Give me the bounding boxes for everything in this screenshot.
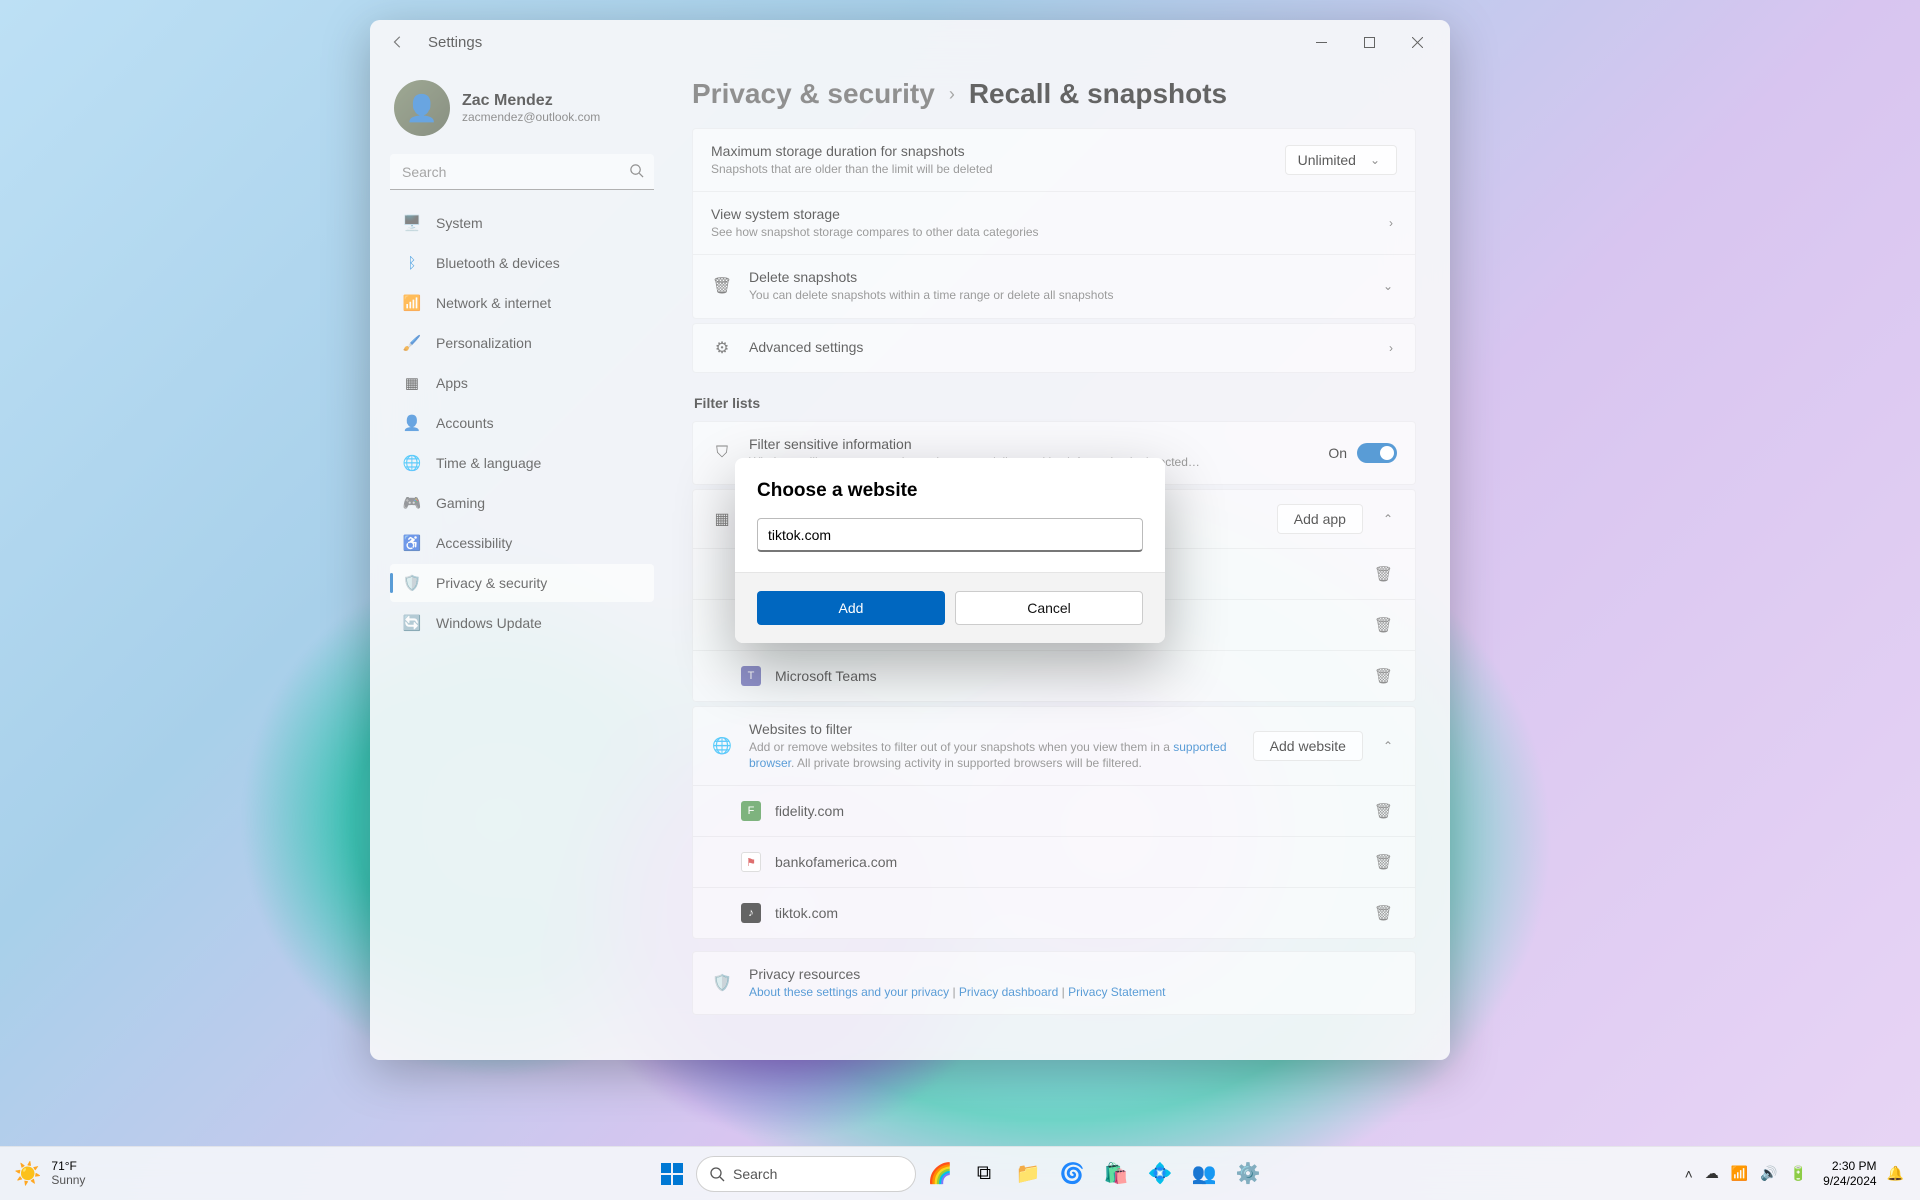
choose-website-dialog: Choose a website Add Cancel (735, 458, 1165, 643)
onedrive-icon[interactable]: ☁ (1703, 1163, 1721, 1184)
teams-button[interactable]: 👥 (1184, 1154, 1224, 1194)
weather-temp: 71°F (51, 1160, 85, 1174)
copilot-app-button[interactable]: 💠 (1140, 1154, 1180, 1194)
volume-icon[interactable]: 🔊 (1758, 1163, 1779, 1184)
notifications-icon[interactable]: 🔔 (1885, 1163, 1906, 1184)
weather-widget[interactable]: ☀️ 71°F Sunny (0, 1160, 85, 1188)
task-view-button[interactable]: ⧉ (964, 1154, 1004, 1194)
sun-icon: ☀️ (14, 1161, 41, 1187)
windows-logo-icon (661, 1163, 683, 1185)
add-button[interactable]: Add (757, 591, 945, 625)
search-icon (709, 1166, 725, 1182)
store-button[interactable]: 🛍️ (1096, 1154, 1136, 1194)
tray-chevron-up-icon[interactable]: ˄ (1683, 1164, 1695, 1184)
settings-button[interactable]: ⚙️ (1228, 1154, 1268, 1194)
edge-button[interactable]: 🌀 (1052, 1154, 1092, 1194)
start-button[interactable] (652, 1154, 692, 1194)
clock[interactable]: 2:30 PM 9/24/2024 (1823, 1159, 1876, 1188)
website-url-input[interactable] (757, 518, 1143, 552)
explorer-button[interactable]: 📁 (1008, 1154, 1048, 1194)
dialog-title: Choose a website (757, 480, 1143, 502)
taskbar: ☀️ 71°F Sunny Search 🌈 ⧉ 📁 🌀 🛍️ 💠 👥 ⚙️ ˄… (0, 1146, 1920, 1200)
wifi-icon[interactable]: 📶 (1729, 1163, 1750, 1184)
taskbar-search[interactable]: Search (696, 1156, 916, 1192)
weather-cond: Sunny (51, 1174, 85, 1188)
copilot-button[interactable]: 🌈 (920, 1154, 960, 1194)
battery-icon[interactable]: 🔋 (1788, 1163, 1809, 1184)
cancel-button[interactable]: Cancel (955, 591, 1143, 625)
